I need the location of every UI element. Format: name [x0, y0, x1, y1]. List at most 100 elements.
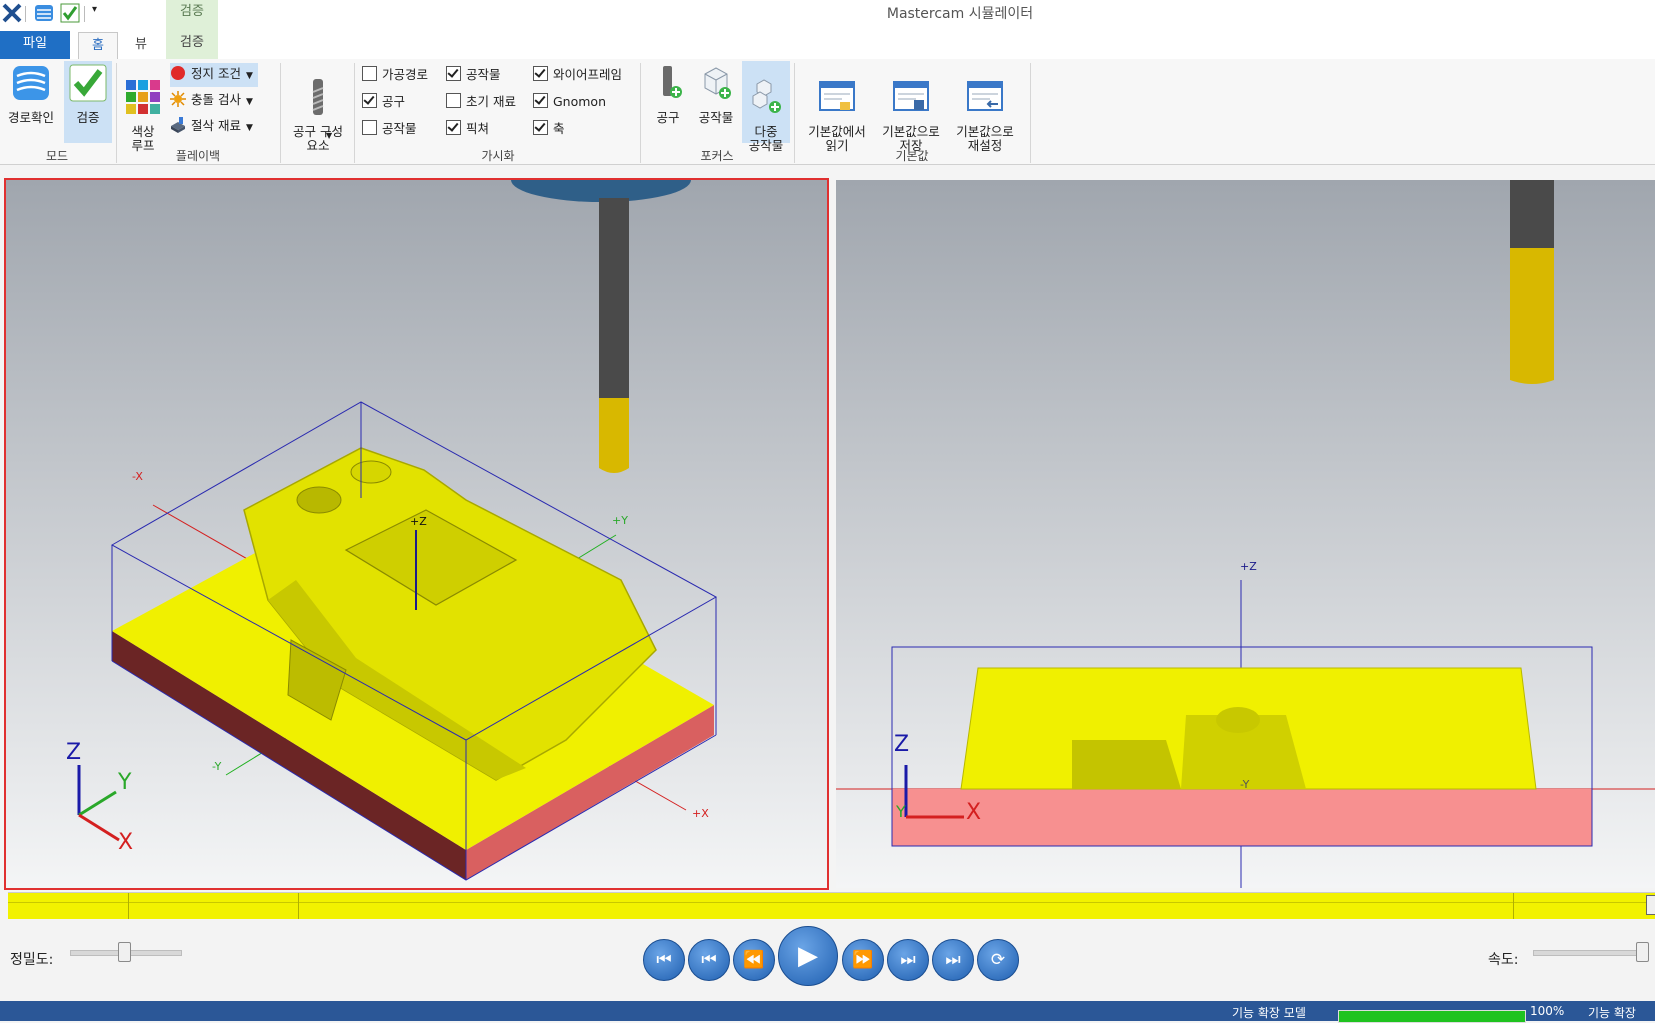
speed-slider-track[interactable] — [1533, 950, 1645, 956]
fast-forward-button[interactable]: ⏩ — [842, 939, 884, 981]
playback-group-label: 플레이백 — [175, 149, 221, 163]
speed-slider-thumb[interactable] — [1636, 942, 1649, 962]
focus-workpiece-label: 공작물 — [698, 110, 734, 125]
chevron-down-icon: ▼ — [245, 123, 253, 133]
checkbox-label: 공작물 — [382, 121, 417, 136]
checkbox-wireframe[interactable]: 와이어프레임 — [533, 65, 622, 87]
status-left-text: 기능 확장 모델 — [1232, 1006, 1306, 1020]
verify-mode-button[interactable]: 검증 — [64, 61, 112, 143]
checkbox-workpiece[interactable]: 공작물 — [446, 65, 501, 87]
gnomon — [77, 765, 120, 842]
verify-check-icon — [69, 64, 107, 102]
tool-component-label: 공구 구성 요소 — [293, 124, 343, 153]
reset-defaults-icon — [967, 81, 1003, 111]
part-recess-1 — [1072, 740, 1181, 789]
collision-check-button[interactable]: 충돌 검사 ▼ — [170, 89, 253, 113]
checkbox-box[interactable] — [446, 120, 461, 135]
checkbox-initial-stock[interactable]: 초기 재료 — [446, 92, 516, 114]
checkbox-fixture[interactable]: 픽쳐 — [446, 119, 489, 141]
color-grid-icon — [126, 80, 160, 114]
checkbox-tool[interactable]: 공구 — [362, 92, 405, 114]
part-dome — [1216, 707, 1260, 733]
checkbox-box[interactable] — [362, 66, 377, 81]
focus-group-label: 포커스 — [700, 149, 734, 163]
path-check-icon — [13, 66, 49, 100]
checkbox-box[interactable] — [446, 93, 461, 108]
timeline-divider — [8, 902, 1655, 903]
tool-focus-icon — [663, 66, 682, 98]
stock-front-face — [892, 789, 1592, 846]
next-step-button[interactable]: ⏭ — [887, 939, 929, 981]
checkbox-box[interactable] — [446, 66, 461, 81]
focus-workpiece-button[interactable]: 공작물 — [692, 61, 740, 125]
mode-group-label: 모드 — [45, 149, 69, 163]
workpiece-focus-icon — [704, 67, 731, 99]
cut-stock-icon — [171, 117, 185, 133]
progress-bar — [1338, 1010, 1526, 1023]
viewport-isometric[interactable]: -X +X +Y -Y +Z Z Y X — [4, 178, 829, 890]
rewind-button[interactable]: ⏪ — [733, 939, 775, 981]
collision-burst-icon — [170, 91, 186, 107]
ribbon: 경로확인 검증 모드 색상 루프 정지 조건 ▼ 충돌 검사 ▼ 절삭 재료 ▼ 플레… — [0, 59, 1655, 165]
checkbox-label: 공작물 — [466, 67, 501, 82]
checkbox-label: 와이어프레임 — [553, 67, 623, 82]
axis-label-minus-y: -Y — [212, 760, 222, 773]
cut-stock-label: 절삭 재료 — [191, 118, 241, 133]
focus-multi-workpiece-button[interactable]: 다중 공작물 — [742, 61, 790, 153]
gnomon-z-label: Z — [66, 740, 82, 765]
tab-verify[interactable]: 검증 — [166, 28, 218, 59]
chevron-down-icon: ▼ — [245, 97, 253, 107]
tab-view[interactable]: 뷰 — [124, 32, 158, 59]
checkbox-box[interactable] — [362, 93, 377, 108]
group-separator — [640, 63, 641, 163]
load-defaults-icon — [819, 81, 855, 111]
chevron-down-icon: ▼ — [245, 71, 253, 81]
viewport-front[interactable]: +Z -Y Z Y X — [836, 180, 1655, 888]
path-check-button[interactable]: 경로확인 — [2, 61, 60, 125]
tool-flute — [599, 398, 629, 473]
precision-slider-thumb[interactable] — [118, 942, 131, 962]
checkbox-axes[interactable]: 축 — [533, 119, 565, 141]
previous-step-button[interactable]: ⏮ — [688, 939, 730, 981]
tool-component-button[interactable]: 공구 구성 요소 ▼ — [286, 61, 350, 181]
gnomon-y-label: Y — [118, 770, 132, 795]
timeline-marker — [128, 893, 129, 919]
checkbox-box[interactable] — [533, 66, 548, 81]
checkbox-box[interactable] — [362, 120, 377, 135]
checkbox-box[interactable] — [533, 120, 548, 135]
checkbox-label: 가공경로 — [382, 67, 429, 82]
group-separator — [116, 63, 117, 163]
stop-condition-button[interactable]: 정지 조건 ▼ — [170, 63, 258, 87]
timeline-thumb[interactable] — [1646, 895, 1655, 915]
axis-label-plus-z: +Z — [410, 515, 427, 528]
play-button[interactable]: ▶ — [778, 926, 838, 986]
axis-label-plus-z: +Z — [1240, 560, 1257, 573]
part-hole-2 — [350, 460, 392, 484]
path-check-label: 경로확인 — [7, 110, 54, 125]
axis-label-minus-x: -X — [132, 470, 143, 483]
timeline-marker — [298, 893, 299, 919]
cut-stock-button[interactable]: 절삭 재료 ▼ — [170, 115, 253, 139]
checkbox-label: 픽쳐 — [466, 121, 490, 136]
checkbox-label: 공구 — [382, 94, 406, 109]
chevron-down-icon: ▼ — [326, 131, 333, 140]
operation-timeline[interactable] — [8, 892, 1655, 919]
stop-icon — [171, 66, 185, 80]
precision-label: 정밀도: — [10, 952, 54, 968]
go-to-start-button[interactable]: ⏮ — [643, 939, 685, 981]
go-to-end-button[interactable]: ⏭ — [932, 939, 974, 981]
progress-text: 100% — [1530, 1004, 1565, 1018]
group-separator — [354, 63, 355, 163]
checkbox-label: 초기 재료 — [466, 94, 516, 109]
tab-file[interactable]: 파일 — [0, 31, 70, 59]
loop-button[interactable]: ⟳ — [977, 939, 1019, 981]
focus-tool-label: 공구 — [656, 110, 680, 125]
focus-tool-button[interactable]: 공구 — [646, 61, 690, 125]
checkbox-workpiece-2[interactable]: 공작물 — [362, 119, 417, 141]
playback-controls: 정밀도: ⏮ ⏮ ⏪ ▶ ⏩ ⏭ ⏭ ⟳ 속도: — [0, 920, 1655, 1001]
tab-home[interactable]: 홈 — [78, 32, 118, 60]
checkbox-toolpath[interactable]: 가공경로 — [362, 65, 428, 87]
axis-label-minus-y: -Y — [1240, 778, 1250, 791]
checkbox-box[interactable] — [533, 93, 548, 108]
checkbox-gnomon[interactable]: Gnomon — [533, 92, 606, 114]
